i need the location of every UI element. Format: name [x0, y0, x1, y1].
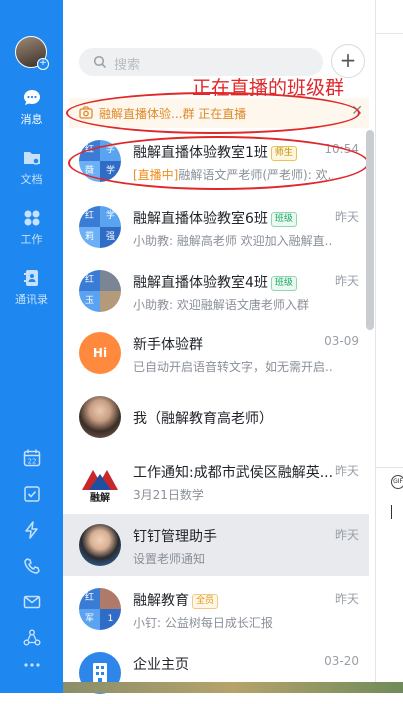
- conversation-name: 融解教育 全员: [133, 590, 219, 610]
- nav-label-work: 工作: [20, 233, 43, 246]
- conversation-row-selected[interactable]: 钉钉管理助手 设置老师通知 昨天: [63, 514, 369, 576]
- org-logo-text: 融解: [90, 491, 110, 502]
- gif-icon[interactable]: GIF: [391, 475, 403, 489]
- user-photo-avatar: [79, 396, 121, 438]
- nav-label-docs: 文档: [20, 173, 43, 186]
- lightning-icon: [24, 521, 38, 539]
- apps-grid-icon: [24, 210, 39, 226]
- chat-bubble-icon: [23, 90, 40, 105]
- camera-icon: [79, 106, 93, 119]
- conversation-time: 昨天: [334, 210, 359, 224]
- nav-label-contacts: 通讯录: [15, 293, 48, 306]
- conversation-panel: 搜索 + 正在直播的班级群 融解直播体验...群 正在直播 ✕ 红 学 薇 学 …: [63, 0, 375, 694]
- class-badge: 班级: [270, 276, 297, 291]
- conversation-row[interactable]: 红 学 薇 学 融解直播体验教室1班 师生 [直播中]融解语文严老师(严老师): …: [63, 130, 369, 192]
- conversation-name: 新手体验群: [133, 337, 203, 353]
- list-scrollbar[interactable]: [366, 130, 374, 330]
- conversation-preview: 小钉: 公益树每日成长汇报: [133, 616, 273, 630]
- conversation-time: 03-20: [324, 654, 359, 668]
- calendar-icon: 22: [23, 449, 40, 467]
- conversation-time: 昨天: [334, 592, 359, 606]
- conversation-preview: 已自动开启语音转文字，如无需开启...: [133, 360, 333, 374]
- live-banner[interactable]: 融解直播体验...群 正在直播 ✕: [69, 98, 369, 128]
- search-input[interactable]: 搜索: [79, 48, 323, 76]
- todo-check-icon: [23, 486, 40, 502]
- conversation-row[interactable]: Hi 新手体验群 已自动开启语音转文字，如无需开启... 03-09: [63, 322, 369, 384]
- annotation-label: 正在直播的班级群: [192, 77, 345, 99]
- chat-pane-edge: GIF: [375, 0, 403, 693]
- conversation-time: 10:54: [324, 142, 359, 156]
- conversation-name: 融解直播体验教室6班 班级: [133, 208, 297, 228]
- ding-button[interactable]: [0, 520, 63, 540]
- search-placeholder: 搜索: [114, 58, 141, 73]
- phone-button[interactable]: [0, 556, 63, 576]
- group-avatar: 红 学 莉 强: [79, 206, 121, 248]
- conversation-name: 钉钉管理助手: [133, 529, 217, 545]
- mail-icon: [23, 595, 40, 609]
- group-avatar: 红 军 1: [79, 588, 121, 630]
- org-button[interactable]: [0, 628, 63, 648]
- nav-label-messages: 消息: [20, 113, 43, 126]
- role-badge: 师生: [270, 146, 297, 161]
- group-avatar: 红 玉: [79, 270, 121, 312]
- nav-rail: + 消息 文档 工作 通讯录 22: [0, 0, 63, 693]
- conversation-preview: 3月21日数学: [133, 488, 204, 502]
- conversation-preview: [直播中]融解语文严老师(严老师): 欢...: [133, 168, 333, 182]
- desktop-background-strip: [63, 682, 403, 693]
- more-button[interactable]: [0, 660, 63, 670]
- org-logo-avatar: 融解: [79, 460, 121, 502]
- folder-icon: [23, 152, 40, 165]
- conversation-name: 我（融解教育高老师）: [133, 411, 273, 427]
- conversation-row[interactable]: 企业主页 03-20: [63, 642, 369, 704]
- conversation-row[interactable]: 红 学 莉 强 融解直播体验教室6班 班级 小助教: 融解高老师 欢迎加入融解直.…: [63, 196, 369, 258]
- conversation-row[interactable]: 红 军 1 融解教育 全员 小钉: 公益树每日成长汇报 昨天: [63, 578, 369, 640]
- all-staff-badge: 全员: [192, 594, 219, 609]
- close-icon[interactable]: ✕: [351, 103, 363, 119]
- nav-item-docs[interactable]: 文档: [0, 148, 63, 187]
- conversation-time: 昨天: [334, 274, 359, 288]
- conversation-name: 企业主页: [133, 657, 189, 673]
- conversation-name: 工作通知:成都市武侯区融解英...: [133, 465, 334, 481]
- text-cursor: [391, 505, 392, 519]
- calendar-button[interactable]: 22: [0, 448, 63, 468]
- conversation-row[interactable]: 融解 工作通知:成都市武侯区融解英... 3月21日数学 昨天: [63, 450, 369, 512]
- live-banner-text: 融解直播体验...群 正在直播: [99, 107, 247, 121]
- conversation-preview: 小助教: 欢迎融解语文唐老师入群: [133, 298, 309, 312]
- todo-button[interactable]: [0, 484, 63, 504]
- phone-icon: [23, 558, 40, 574]
- conversation-name: 融解直播体验教室1班 师生: [133, 142, 297, 162]
- nav-item-work[interactable]: 工作: [0, 208, 63, 247]
- conversation-time: 昨天: [334, 528, 359, 542]
- conversation-preview: 设置老师通知: [133, 552, 206, 566]
- calendar-day-number: 22: [27, 458, 36, 466]
- more-dots-icon: [23, 663, 40, 667]
- org-network-icon: [23, 629, 40, 646]
- search-icon: [93, 55, 107, 69]
- conversation-row[interactable]: 红 玉 融解直播体验教室4班 班级 小助教: 欢迎融解语文唐老师入群 昨天: [63, 260, 369, 322]
- conversation-name: 融解直播体验教室4班 班级: [133, 272, 297, 292]
- group-avatar: 红 学 薇 学: [79, 140, 121, 182]
- mail-button[interactable]: [0, 592, 63, 612]
- nav-item-contacts[interactable]: 通讯录: [0, 268, 63, 307]
- group-avatar: Hi: [79, 332, 121, 374]
- add-status-icon[interactable]: +: [37, 58, 49, 70]
- contacts-book-icon: [23, 270, 38, 286]
- nav-item-messages[interactable]: 消息: [0, 88, 63, 127]
- conversation-time: 03-09: [324, 334, 359, 348]
- assistant-avatar: [79, 524, 121, 566]
- conversation-row[interactable]: 我（融解教育高老师）: [63, 386, 369, 448]
- conversation-preview: 小助教: 融解高老师 欢迎加入融解直...: [133, 234, 333, 248]
- conversation-time: 昨天: [334, 464, 359, 478]
- class-badge: 班级: [270, 212, 297, 227]
- plus-icon: +: [339, 48, 357, 72]
- my-avatar[interactable]: +: [15, 36, 49, 70]
